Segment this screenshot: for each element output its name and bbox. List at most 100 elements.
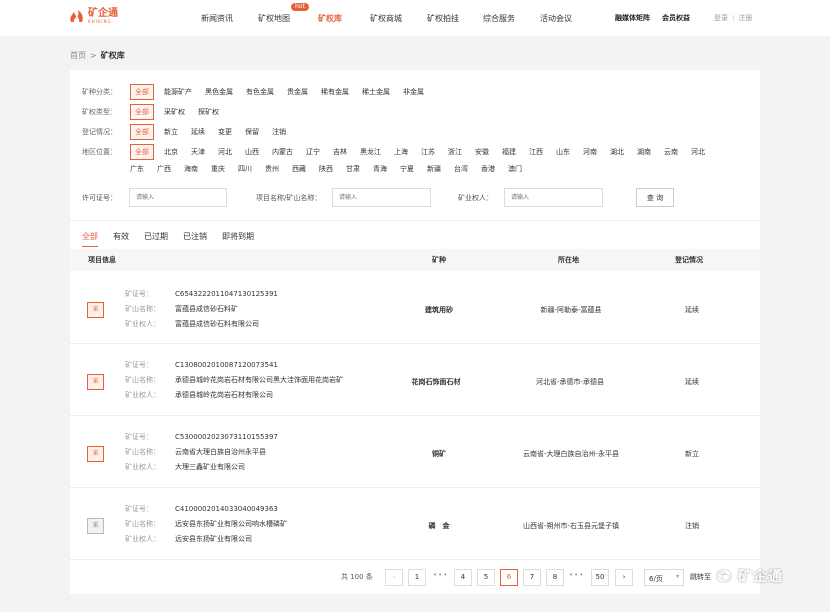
- filter-option[interactable]: 云南: [664, 147, 678, 157]
- page-ellipsis[interactable]: •••: [433, 571, 448, 579]
- table-row[interactable]: 采 矿证号： C4100002014033040049363 矿山名称： 远安县东扬…: [70, 489, 760, 560]
- filter-option[interactable]: 全部: [130, 84, 154, 100]
- filter-option[interactable]: 山西: [245, 147, 259, 157]
- table-row[interactable]: 采 矿证号： C1308002010087120073541 矿山名称： 承德县城岭…: [70, 345, 760, 416]
- nav-item-news[interactable]: 新闻资讯: [201, 13, 233, 24]
- mine-value[interactable]: 富蕴县成信砂石料矿: [175, 305, 238, 313]
- nav-item-events[interactable]: 活动会议: [540, 13, 572, 24]
- filter-option[interactable]: 广东: [130, 164, 144, 174]
- filter-option[interactable]: 非金属: [403, 87, 424, 97]
- page-size-select[interactable]: 6/页 ▾: [644, 569, 684, 586]
- filter-option[interactable]: 重庆: [211, 164, 225, 174]
- filter-option[interactable]: 全部: [130, 104, 154, 120]
- filter-option[interactable]: 变更: [218, 127, 232, 137]
- filter-option[interactable]: 澳门: [508, 164, 522, 174]
- page-button[interactable]: 4: [454, 569, 472, 586]
- tab-expiring[interactable]: 即将到期: [222, 231, 254, 247]
- filter-option[interactable]: 探矿权: [198, 107, 219, 117]
- filter-option[interactable]: 台湾: [454, 164, 468, 174]
- nav-item-map[interactable]: 矿权地图: [258, 13, 290, 24]
- filter-option[interactable]: 浙江: [448, 147, 462, 157]
- filter-option[interactable]: 贵州: [265, 164, 279, 174]
- filter-option[interactable]: 河南: [583, 147, 597, 157]
- filter-option[interactable]: 陕西: [319, 164, 333, 174]
- filter-option[interactable]: 稀有金属: [321, 87, 349, 97]
- next-page-button[interactable]: ›: [615, 569, 633, 586]
- filter-option[interactable]: 内蒙古: [272, 147, 293, 157]
- nav-item-library[interactable]: 矿权库: [318, 13, 342, 24]
- filter-option[interactable]: 黑龙江: [360, 147, 381, 157]
- table-row[interactable]: 采 矿证号： C6543222011047130125391 矿山名称： 富蕴县成信…: [70, 273, 760, 344]
- filter-option[interactable]: 香港: [481, 164, 495, 174]
- project-input[interactable]: [332, 188, 431, 207]
- filter-option[interactable]: 黑色金属: [205, 87, 233, 97]
- nav-item-mall[interactable]: 矿权商城: [370, 13, 402, 24]
- owner-input[interactable]: [504, 188, 603, 207]
- filter-option[interactable]: 贵金属: [287, 87, 308, 97]
- filter-option[interactable]: 甘肃: [346, 164, 360, 174]
- breadcrumb-home[interactable]: 首页: [70, 51, 86, 60]
- filter-option[interactable]: 山东: [556, 147, 570, 157]
- filter-option[interactable]: 海南: [184, 164, 198, 174]
- column-header-project: 项目信息: [88, 256, 116, 264]
- filter-option[interactable]: 福建: [502, 147, 516, 157]
- nav-item-services[interactable]: 综合服务: [483, 13, 515, 24]
- filter-option[interactable]: 吉林: [333, 147, 347, 157]
- tab-cancelled[interactable]: 已注销: [183, 231, 207, 247]
- filter-option[interactable]: 注销: [272, 127, 286, 137]
- filter-option[interactable]: 有色金属: [246, 87, 274, 97]
- filter-option[interactable]: 四川: [238, 164, 252, 174]
- page-ellipsis[interactable]: •••: [569, 571, 584, 579]
- filter-option[interactable]: 保留: [245, 127, 259, 137]
- nav-item-auction[interactable]: 矿权拍挂: [427, 13, 459, 24]
- member-benefits-link[interactable]: 会员权益: [662, 13, 690, 23]
- filter-option[interactable]: 辽宁: [306, 147, 320, 157]
- table-row[interactable]: 采 矿证号： C5300002023073110155397 矿山名称： 云南省大理…: [70, 417, 760, 488]
- license-field: 矿证号： C5300002023073110155397: [125, 432, 278, 442]
- page-button[interactable]: 1: [408, 569, 426, 586]
- filter-option[interactable]: 采矿权: [164, 107, 185, 117]
- filter-option[interactable]: 河北: [691, 147, 705, 157]
- filter-option[interactable]: 新立: [164, 127, 178, 137]
- filter-option[interactable]: 新疆: [427, 164, 441, 174]
- filter-option[interactable]: 能源矿产: [164, 87, 192, 97]
- page-button[interactable]: 5: [477, 569, 495, 586]
- filter-option[interactable]: 西藏: [292, 164, 306, 174]
- filter-option[interactable]: 湖南: [637, 147, 651, 157]
- filter-option[interactable]: 延续: [191, 127, 205, 137]
- filter-option[interactable]: 天津: [191, 147, 205, 157]
- license-input[interactable]: [129, 188, 227, 207]
- tab-all[interactable]: 全部: [82, 231, 98, 247]
- filter-option[interactable]: 安徽: [475, 147, 489, 157]
- filter-option[interactable]: 宁夏: [400, 164, 414, 174]
- mine-value[interactable]: 承德县城岭花岗岩石材有限公司黑大洼饰面用花岗岩矿: [175, 376, 343, 384]
- page-button-current[interactable]: 6: [500, 569, 518, 586]
- tab-valid[interactable]: 有效: [113, 231, 129, 247]
- filter-option[interactable]: 全部: [130, 144, 154, 160]
- login-link[interactable]: 登录: [714, 14, 728, 22]
- prev-page-button[interactable]: ‹: [385, 569, 403, 586]
- page-button[interactable]: 7: [523, 569, 541, 586]
- media-matrix-link[interactable]: 融媒体矩阵: [615, 13, 650, 23]
- filter-option[interactable]: 河北: [218, 147, 232, 157]
- owner-value: 承德县城岭花岗岩石材有限公司: [175, 391, 273, 399]
- mine-value[interactable]: 远安县东扬矿业有限公司响水槽磷矿: [175, 520, 287, 528]
- filter-option[interactable]: 北京: [164, 147, 178, 157]
- filter-option[interactable]: 湖北: [610, 147, 624, 157]
- filter-option[interactable]: 江苏: [421, 147, 435, 157]
- page-size-value: 6/页: [649, 575, 663, 583]
- filter-option[interactable]: 上海: [394, 147, 408, 157]
- register-link[interactable]: 注册: [738, 14, 752, 22]
- page-button[interactable]: 8: [546, 569, 564, 586]
- search-row: 许可证号： 项目名称/矿山名称： 矿业权人： 查 询: [82, 188, 752, 208]
- tab-expired[interactable]: 已过期: [144, 231, 168, 247]
- filter-option[interactable]: 江西: [529, 147, 543, 157]
- filter-option[interactable]: 稀土金属: [362, 87, 390, 97]
- filter-option[interactable]: 广西: [157, 164, 171, 174]
- filter-option[interactable]: 全部: [130, 124, 154, 140]
- mine-value[interactable]: 云南省大理白族自治州永平县: [175, 448, 266, 456]
- query-button[interactable]: 查 询: [636, 188, 674, 207]
- filter-region-row: 地区位置： 全部 北京 天津 河北 山西 内蒙古 辽宁 吉林 黑龙江 上海 江苏…: [82, 144, 718, 160]
- page-button[interactable]: 50: [591, 569, 609, 586]
- filter-option[interactable]: 青海: [373, 164, 387, 174]
